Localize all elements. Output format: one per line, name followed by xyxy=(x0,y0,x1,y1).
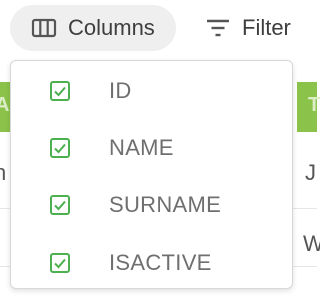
columns-button-label: Columns xyxy=(68,15,155,40)
column-toggle-label: SURNAME xyxy=(109,192,222,217)
filter-button-label: Filter xyxy=(242,15,291,40)
checkbox-checked-icon[interactable] xyxy=(49,194,71,216)
column-toggle-surname[interactable]: SURNAME xyxy=(11,177,292,233)
checkbox-checked-icon[interactable] xyxy=(49,137,71,159)
table-cell: W xyxy=(303,231,320,256)
column-toggle-id[interactable]: ID xyxy=(11,63,292,119)
column-toggle-label: NAME xyxy=(109,135,174,160)
columns-button[interactable]: Columns xyxy=(10,5,176,51)
table-cell: i xyxy=(0,231,1,257)
header-cell-text: T xyxy=(308,94,320,116)
column-toggle-isactive[interactable]: ISACTIVE xyxy=(11,235,292,291)
checkbox-checked-icon[interactable] xyxy=(49,80,71,102)
view-column-icon xyxy=(30,14,58,42)
column-toggle-label: ID xyxy=(109,78,132,103)
filter-list-icon xyxy=(204,14,232,42)
header-cell-text: A xyxy=(0,94,10,116)
filter-button[interactable]: Filter xyxy=(190,5,310,51)
columns-panel: ID NAME SURNAME ISACTIVE xyxy=(10,60,293,289)
column-toggle-name[interactable]: NAME xyxy=(11,120,292,176)
table-cell: n xyxy=(0,160,7,185)
column-toggle-label: ISACTIVE xyxy=(109,250,212,275)
table-header-right-fragment: T xyxy=(297,82,320,132)
table-cell: J xyxy=(305,160,316,185)
checkbox-checked-icon[interactable] xyxy=(49,252,71,274)
